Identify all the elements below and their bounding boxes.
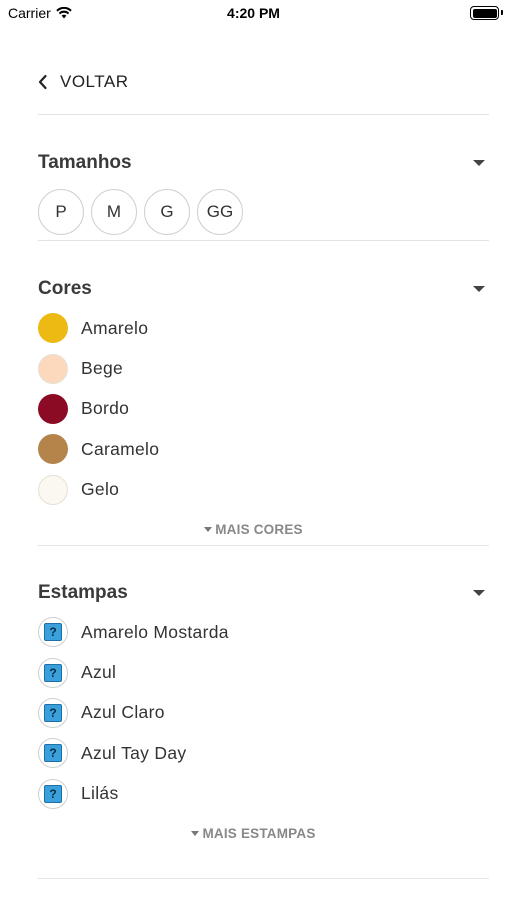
- more-colors-button[interactable]: MAIS CORES: [0, 522, 507, 537]
- sizes-collapse-caret-icon[interactable]: [473, 160, 485, 166]
- status-bar: Carrier 4:20 PM: [0, 0, 507, 22]
- print-label: Azul Claro: [81, 702, 165, 723]
- color-swatch: [38, 353, 68, 384]
- print-placeholder-icon: ?: [38, 697, 68, 728]
- size-options: P M G GG: [38, 189, 243, 235]
- size-option-g[interactable]: G: [144, 189, 190, 235]
- prints-section-title: Estampas: [38, 582, 128, 603]
- battery-icon: [470, 6, 499, 20]
- print-placeholder-icon: ?: [38, 738, 68, 769]
- print-option[interactable]: ? Azul Tay Day: [38, 733, 229, 773]
- color-swatch: [38, 313, 68, 344]
- color-swatch: [38, 434, 68, 465]
- divider: [38, 114, 489, 115]
- color-swatch: [38, 393, 68, 424]
- caret-down-icon: [191, 830, 200, 836]
- colors-collapse-caret-icon[interactable]: [473, 286, 485, 292]
- print-placeholder-icon: ?: [38, 778, 68, 809]
- colors-section-title: Cores: [38, 278, 92, 299]
- color-option[interactable]: Bege: [38, 348, 159, 388]
- print-label: Amarelo Mostarda: [81, 621, 229, 642]
- divider: [38, 240, 489, 241]
- print-option[interactable]: ? Azul: [38, 652, 229, 692]
- print-option[interactable]: ? Azul Claro: [38, 693, 229, 733]
- prints-collapse-caret-icon[interactable]: [473, 590, 485, 596]
- color-option[interactable]: Amarelo: [38, 308, 159, 348]
- more-colors-label: MAIS CORES: [215, 522, 303, 537]
- more-prints-label: MAIS ESTAMPAS: [202, 826, 316, 841]
- chevron-left-icon: [38, 74, 47, 90]
- size-option-p[interactable]: P: [38, 189, 84, 235]
- color-label: Caramelo: [81, 438, 160, 459]
- print-placeholder-icon: ?: [38, 657, 68, 688]
- caret-down-icon: [204, 526, 213, 532]
- more-prints-button[interactable]: MAIS ESTAMPAS: [0, 826, 507, 841]
- color-option[interactable]: Gelo: [38, 470, 159, 510]
- print-option[interactable]: ? Lilás: [38, 774, 229, 814]
- color-label: Amarelo: [81, 317, 149, 338]
- back-button[interactable]: VOLTAR: [38, 70, 129, 94]
- print-placeholder-icon: ?: [38, 617, 68, 648]
- color-option[interactable]: Bordo: [38, 389, 159, 429]
- print-label: Azul Tay Day: [81, 742, 187, 763]
- color-label: Bordo: [81, 398, 130, 419]
- status-time: 4:20 PM: [227, 5, 280, 21]
- sizes-section-title: Tamanhos: [38, 152, 132, 173]
- print-options: ? Amarelo Mostarda ? Azul ? Azul Claro ?…: [38, 612, 229, 814]
- color-swatch: [38, 474, 68, 505]
- color-option[interactable]: Caramelo: [38, 429, 159, 469]
- print-option[interactable]: ? Amarelo Mostarda: [38, 612, 229, 652]
- divider: [38, 545, 489, 546]
- battery-tip: [501, 10, 503, 15]
- color-options: Amarelo Bege Bordo Caramelo Gelo: [38, 308, 159, 510]
- color-label: Gelo: [81, 479, 120, 500]
- print-label: Azul: [81, 662, 117, 683]
- color-label: Bege: [81, 358, 124, 379]
- size-option-m[interactable]: M: [91, 189, 137, 235]
- print-label: Lilás: [81, 783, 119, 804]
- back-label: VOLTAR: [60, 72, 129, 91]
- divider: [38, 878, 489, 879]
- size-option-gg[interactable]: GG: [197, 189, 243, 235]
